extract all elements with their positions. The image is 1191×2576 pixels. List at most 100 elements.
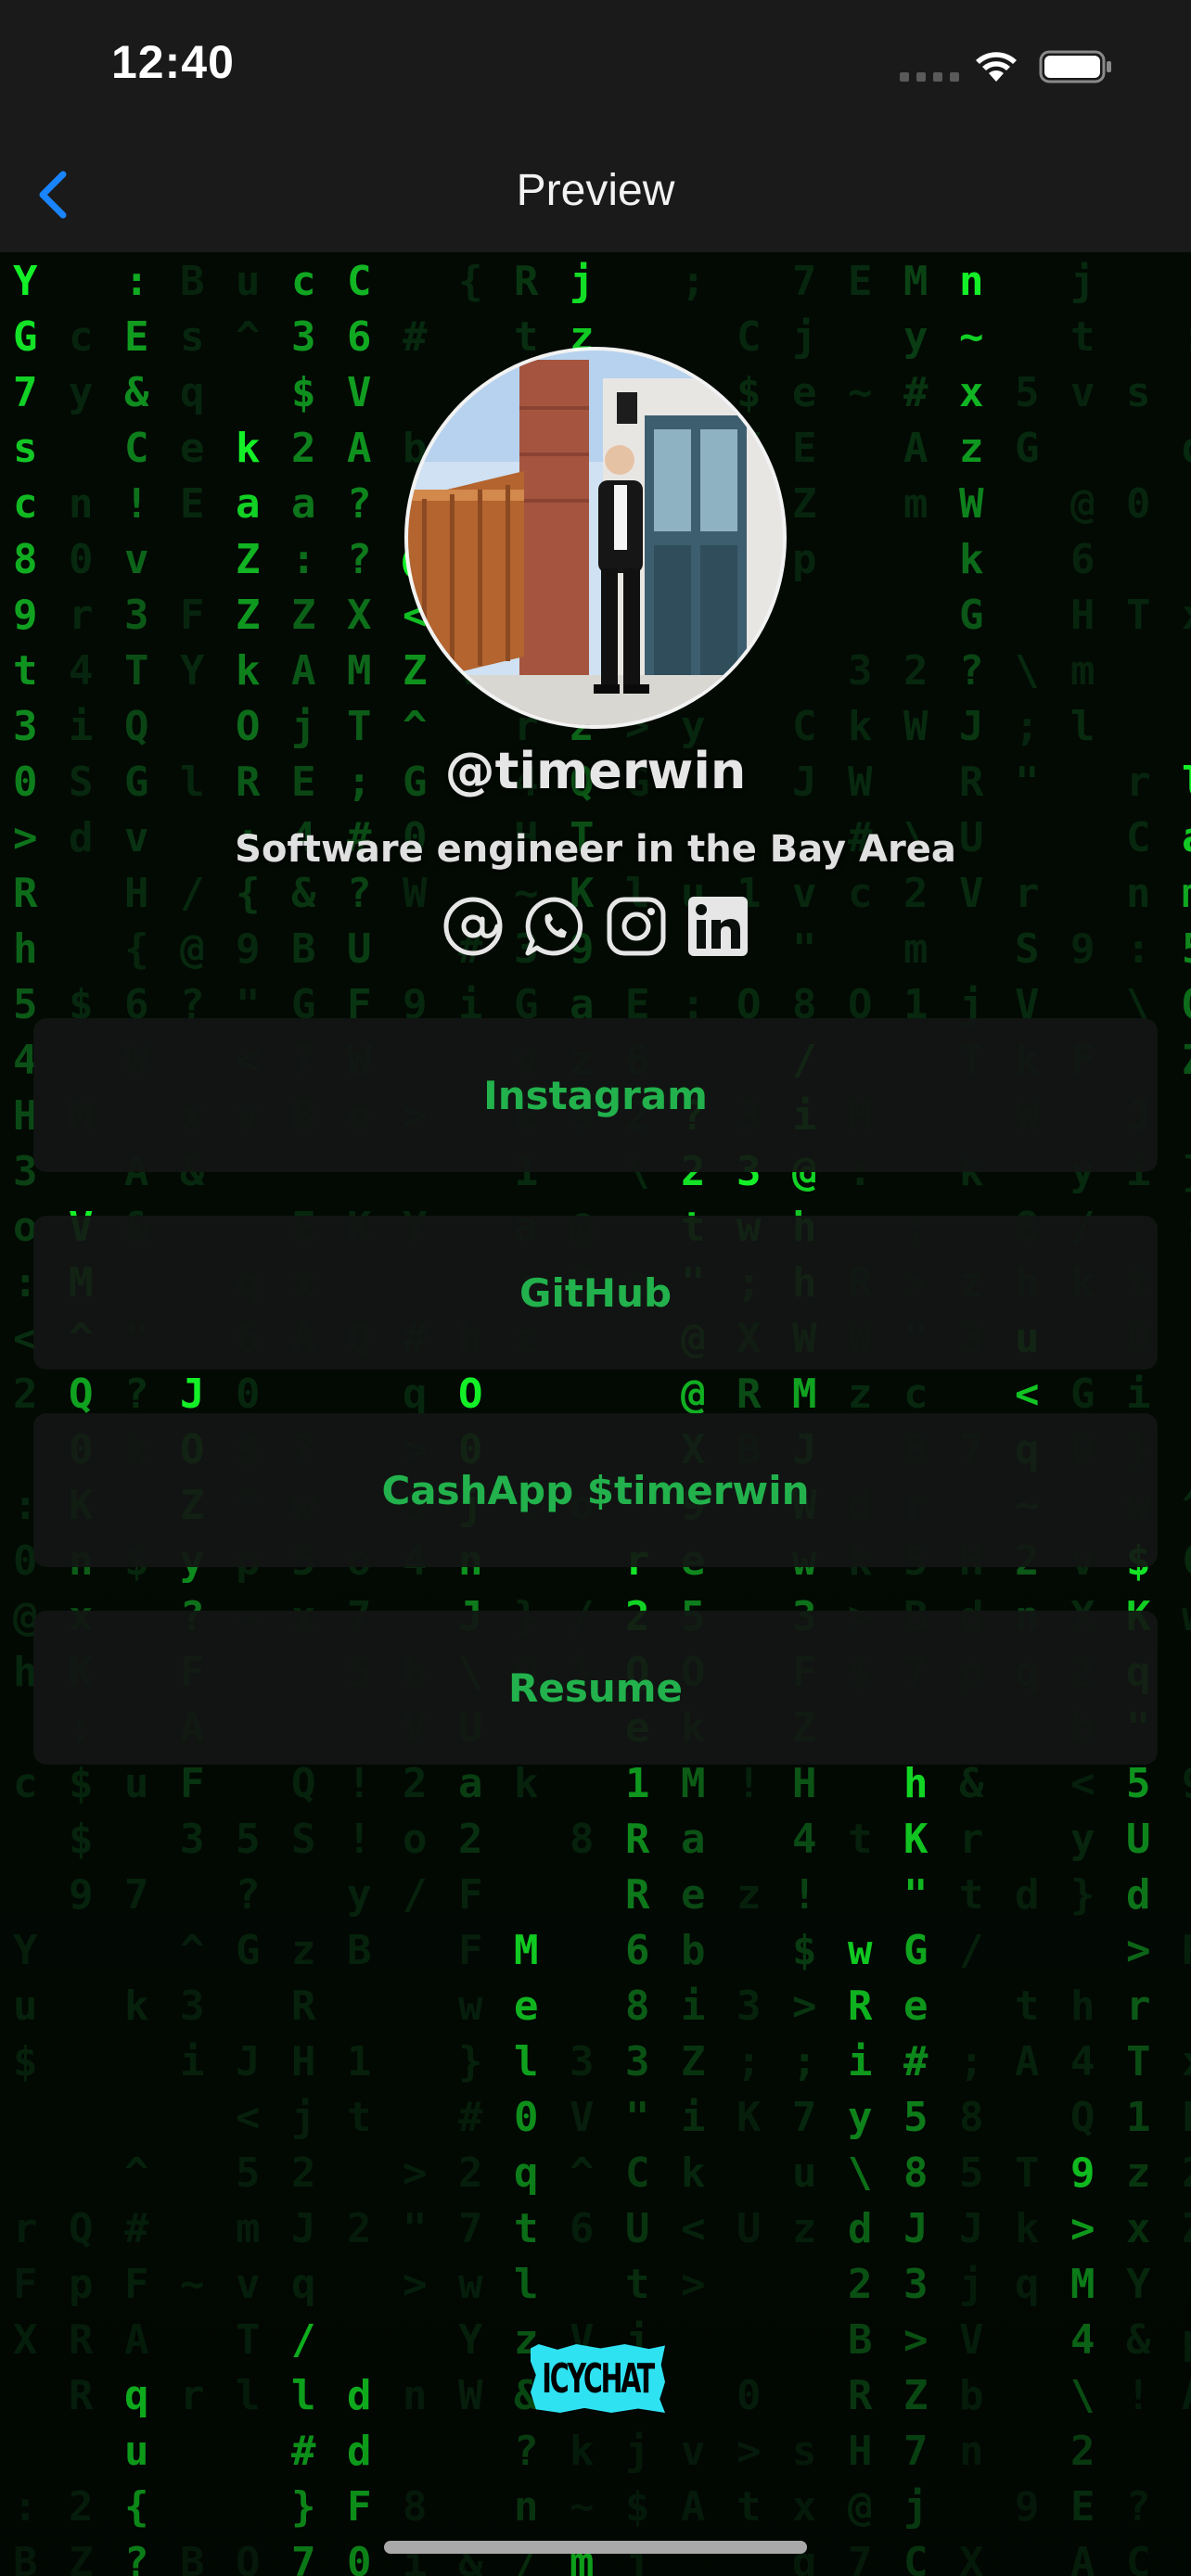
matrix-glyph: w (458, 1983, 483, 2030)
navigation-bar: Preview (0, 139, 1191, 253)
matrix-glyph: C (736, 313, 762, 361)
matrix-glyph: j (625, 2428, 650, 2475)
matrix-glyph: 7 (291, 2539, 316, 2576)
matrix-glyph: 9 (1070, 2149, 1095, 2197)
matrix-glyph: K (903, 1816, 928, 1863)
matrix-glyph: i (681, 1983, 706, 2030)
matrix-glyph: q (124, 2372, 149, 2419)
matrix-glyph: e (514, 1983, 539, 2030)
link-button-instagram[interactable]: Instagram (33, 1018, 1158, 1172)
linkedin-icon[interactable] (686, 895, 749, 958)
matrix-glyph: T (236, 2316, 261, 2364)
matrix-glyph: R (625, 1871, 650, 1919)
matrix-glyph: V (959, 2316, 984, 2364)
matrix-glyph: 3 (625, 2038, 650, 2085)
matrix-glyph: Z (403, 647, 428, 695)
matrix-glyph: b (681, 1927, 706, 1974)
matrix-glyph: B (180, 258, 205, 305)
matrix-glyph: C (1126, 2539, 1151, 2576)
matrix-glyph: F (124, 2261, 149, 2308)
matrix-glyph: H (291, 2038, 316, 2085)
matrix-glyph: # (903, 369, 928, 416)
matrix-glyph: T (124, 647, 149, 695)
link-button-resume[interactable]: Resume (33, 1611, 1158, 1765)
matrix-glyph: 1 (1126, 2094, 1151, 2141)
matrix-glyph: Y (180, 647, 205, 695)
matrix-glyph: 4 (1070, 2038, 1095, 2085)
matrix-glyph: m (236, 2205, 261, 2252)
matrix-glyph: s (1126, 369, 1151, 416)
matrix-glyph: b (959, 2372, 984, 2419)
matrix-glyph: B (13, 2539, 38, 2576)
matrix-glyph: B (848, 2316, 873, 2364)
matrix-glyph: t (514, 2205, 539, 2252)
home-indicator[interactable] (384, 2541, 807, 2554)
matrix-glyph: k (236, 647, 261, 695)
matrix-glyph: ? (236, 1871, 261, 1919)
matrix-glyph: A (681, 2483, 706, 2531)
matrix-glyph: F (180, 592, 205, 639)
matrix-glyph: k (681, 2149, 706, 2197)
matrix-glyph: F (13, 2261, 38, 2308)
matrix-glyph: i (180, 2038, 205, 2085)
matrix-glyph: u (13, 1983, 38, 2030)
matrix-glyph: r (959, 1816, 984, 1863)
matrix-glyph: r (1126, 1983, 1151, 2030)
matrix-glyph: 5 (959, 2149, 984, 2197)
link-label: Instagram (483, 1072, 708, 1118)
matrix-glyph: q (180, 369, 205, 416)
matrix-glyph: ? (514, 2428, 539, 2475)
matrix-glyph: 2 (291, 425, 316, 472)
matrix-glyph: 2 (458, 1816, 483, 1863)
instagram-icon[interactable] (605, 895, 668, 958)
matrix-glyph: R (69, 2372, 94, 2419)
matrix-glyph: T (1126, 2038, 1151, 2085)
matrix-glyph: # (903, 2038, 928, 2085)
matrix-glyph: } (1182, 1148, 1191, 1195)
matrix-glyph: r (69, 592, 94, 639)
matrix-glyph: 5 (236, 1816, 261, 1863)
matrix-glyph: y (69, 369, 94, 416)
whatsapp-icon[interactable] (523, 895, 586, 958)
matrix-glyph: 0 (736, 2372, 762, 2419)
matrix-glyph: ? (347, 480, 372, 528)
matrix-glyph: j (1070, 258, 1095, 305)
page-title: Preview (516, 166, 675, 215)
matrix-glyph: J (959, 2205, 984, 2252)
matrix-glyph: E (124, 313, 149, 361)
matrix-glyph: v (236, 2261, 261, 2308)
matrix-glyph: q (291, 2261, 316, 2308)
matrix-glyph: w (848, 1927, 873, 1974)
matrix-glyph: < (236, 2094, 261, 2141)
links-list: Instagram GitHub CashApp $timerwin Resum… (33, 1018, 1158, 1808)
matrix-glyph: M (514, 1927, 539, 1974)
matrix-glyph: Z (1182, 2205, 1191, 2252)
matrix-glyph: y (1070, 1816, 1095, 1863)
matrix-glyph: ; (736, 2038, 762, 2085)
icychat-logo[interactable]: ICYCHAT (531, 2344, 665, 2413)
matrix-glyph: m (1070, 647, 1095, 695)
matrix-glyph: U (625, 2205, 650, 2252)
matrix-glyph: k (1015, 2205, 1040, 2252)
matrix-glyph: $ (69, 1816, 94, 1863)
matrix-glyph: F (458, 1927, 483, 1974)
link-button-github[interactable]: GitHub (33, 1216, 1158, 1370)
matrix-glyph: R (514, 258, 539, 305)
matrix-glyph: & (124, 369, 149, 416)
matrix-glyph: ^ (236, 313, 261, 361)
matrix-glyph: Q (1070, 2094, 1095, 2141)
matrix-glyph: 9 (13, 592, 38, 639)
matrix-glyph: k (959, 536, 984, 583)
matrix-glyph: R (625, 1816, 650, 1863)
matrix-glyph: J (903, 2205, 928, 2252)
email-at-icon[interactable] (442, 895, 505, 958)
link-button-cashapp[interactable]: CashApp $timerwin (33, 1413, 1158, 1567)
profile-username: @timerwin (444, 742, 747, 800)
matrix-glyph: < (681, 2205, 706, 2252)
matrix-glyph: A (124, 2316, 149, 2364)
matrix-glyph: 7 (792, 258, 817, 305)
matrix-glyph: 2 (458, 2149, 483, 2197)
matrix-glyph: B (347, 1927, 372, 1974)
matrix-glyph: 3 (736, 1983, 762, 2030)
matrix-glyph: { (124, 2483, 149, 2531)
